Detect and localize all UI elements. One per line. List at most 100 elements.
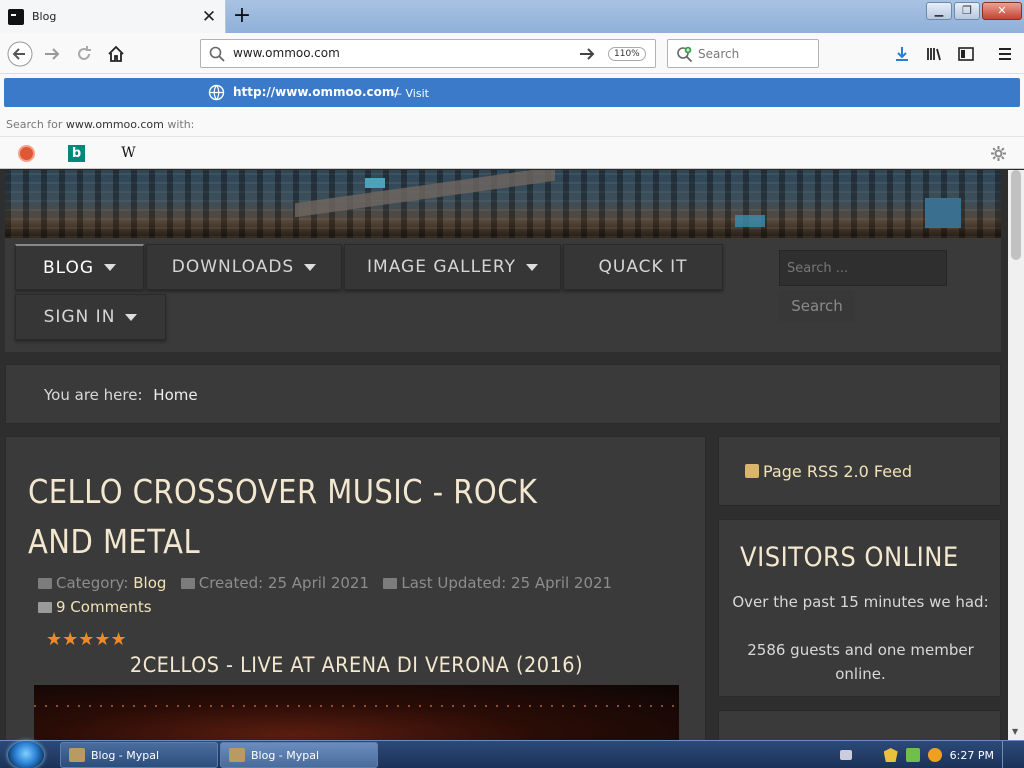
taskbar-item[interactable]: Blog - Mypal <box>60 742 218 768</box>
menu-item-blog[interactable]: BLOG <box>15 244 144 290</box>
menu-item-image-gallery[interactable]: IMAGE GALLERY <box>344 244 561 290</box>
forward-button[interactable] <box>38 40 66 68</box>
sidebar-button[interactable] <box>952 40 980 68</box>
site-banner-image <box>5 170 1001 238</box>
sidebar-box <box>718 710 1001 740</box>
category-link[interactable]: Blog <box>133 574 166 592</box>
wikipedia-icon[interactable]: W <box>120 145 137 162</box>
site-search-button[interactable]: Search <box>779 290 855 322</box>
chevron-down-icon <box>104 264 117 271</box>
visit-label: — Visit <box>391 87 429 100</box>
shield-icon[interactable] <box>883 748 898 762</box>
article-title[interactable]: CELLO CROSSOVER MUSIC - ROCK AND METAL <box>28 467 591 567</box>
tab-strip: Blog ✕ + ▁ ❐ ✕ <box>0 0 1024 33</box>
tab-close-button[interactable]: ✕ <box>199 7 219 27</box>
url-autocomplete-popup: http://www.ommoo.com/ — Visit Search for… <box>0 74 1024 169</box>
breadcrumb-home-link[interactable]: Home <box>153 386 197 404</box>
window-close-button[interactable]: ✕ <box>982 2 1022 20</box>
home-icon <box>108 45 124 62</box>
clock[interactable]: 6:27 PM <box>950 749 994 762</box>
menu-item-quack-it[interactable]: QUACK IT <box>563 244 723 290</box>
folder-icon <box>38 578 52 589</box>
article: CELLO CROSSOVER MUSIC - ROCK AND METAL C… <box>5 436 706 740</box>
downloads-button[interactable] <box>888 40 916 68</box>
url-text[interactable]: www.ommoo.com <box>233 46 340 60</box>
window-controls: ▁ ❐ ✕ <box>926 2 1022 20</box>
network-icon[interactable] <box>905 748 920 762</box>
home-button[interactable] <box>102 40 130 68</box>
scrollbar-thumb[interactable] <box>1011 170 1021 260</box>
breadcrumb: You are here: Home <box>5 364 1001 424</box>
navigation-toolbar: www.ommoo.com 110% Search <box>0 33 1024 74</box>
zoom-indicator[interactable]: 110% <box>608 47 646 61</box>
back-arrow-icon <box>7 41 33 67</box>
maximize-button[interactable]: ❐ <box>954 2 980 20</box>
hamburger-menu-icon <box>999 48 1011 60</box>
menu-item-sign-in[interactable]: SIGN IN <box>15 294 166 340</box>
comment-icon <box>38 602 52 613</box>
updated-date: Last Updated: 25 April 2021 <box>401 574 613 592</box>
taskbar: Blog - Mypal Blog - Mypal 6:27 PM <box>0 740 1024 768</box>
breadcrumb-prefix: You are here: <box>44 386 143 404</box>
sidebar-icon <box>958 47 974 61</box>
menu-button[interactable] <box>991 40 1019 68</box>
visit-suggestion[interactable]: http://www.ommoo.com/ — Visit <box>4 78 1020 107</box>
one-off-search-engines: b W <box>0 136 1024 168</box>
chevron-down-icon <box>125 313 138 321</box>
search-for-hint: Search for www.ommoo.com with: <box>6 118 195 131</box>
video-player[interactable] <box>34 685 679 740</box>
calendar-icon <box>383 578 398 589</box>
visitors-title: VISITORS ONLINE <box>740 542 959 573</box>
category-label: Category: <box>56 574 129 592</box>
search-tray-icon[interactable] <box>927 748 942 762</box>
visit-url: http://www.ommoo.com/ <box>233 85 399 99</box>
video-title: 2CELLOS - LIVE AT ARENA DI VERONA (2016) <box>129 653 584 677</box>
reload-button[interactable] <box>70 40 98 68</box>
rss-feed-link[interactable]: Page RSS 2.0 Feed <box>745 462 912 481</box>
go-arrow-icon[interactable] <box>577 44 597 64</box>
site-favicon-icon <box>8 8 24 25</box>
search-icon <box>209 46 225 62</box>
start-button[interactable] <box>8 741 44 768</box>
browser-tab[interactable]: Blog ✕ <box>0 0 226 33</box>
minimize-button[interactable]: ▁ <box>926 2 952 20</box>
keyboard-icon[interactable] <box>839 750 852 760</box>
browser-search-bar[interactable]: Search <box>667 39 819 68</box>
library-icon <box>927 48 941 61</box>
search-engine-icon <box>677 46 693 63</box>
bing-icon[interactable]: b <box>68 145 85 162</box>
site-search-input[interactable]: Search ... <box>779 250 947 286</box>
comments-link[interactable]: 9 Comments <box>56 598 152 616</box>
calendar-icon <box>180 578 195 589</box>
menu-item-downloads[interactable]: DOWNLOADS <box>146 244 342 290</box>
article-meta: Category: Blog Created: 25 April 2021 La… <box>38 571 678 619</box>
duckduckgo-icon[interactable] <box>18 145 35 162</box>
page-scrollbar[interactable]: ▼ <box>1008 170 1024 740</box>
taskbar-item[interactable]: Blog - Mypal <box>220 742 378 768</box>
star-rating[interactable]: ★★★★★ <box>46 629 127 650</box>
library-button[interactable] <box>920 40 948 68</box>
site-navigation: BLOG DOWNLOADS IMAGE GALLERY QUACK IT SI… <box>5 238 1001 352</box>
globe-icon <box>208 84 225 101</box>
back-button[interactable] <box>6 40 34 68</box>
mypal-app-icon <box>69 748 85 762</box>
url-bar[interactable]: www.ommoo.com 110% <box>200 39 656 68</box>
tab-title: Blog <box>32 10 57 23</box>
visitors-online-box: VISITORS ONLINE Over the past 15 minutes… <box>718 519 1001 697</box>
search-settings-gear-icon[interactable] <box>990 145 1007 162</box>
chevron-down-icon <box>304 263 317 271</box>
system-tray: 6:27 PM <box>839 741 1024 768</box>
chevron-down-icon <box>525 263 538 271</box>
scroll-down-arrow-icon[interactable]: ▼ <box>1012 727 1018 736</box>
forward-arrow-icon <box>45 48 60 60</box>
new-tab-button[interactable]: + <box>230 3 254 29</box>
show-desktop-button[interactable] <box>1002 741 1012 768</box>
search-placeholder: Search <box>698 47 740 61</box>
rss-icon <box>745 464 759 478</box>
reload-icon <box>78 46 91 60</box>
download-icon <box>896 47 908 61</box>
visitors-text-1: Over the past 15 minutes we had: <box>732 593 989 611</box>
visitors-text-2: 2586 guests and one member online. <box>747 641 974 683</box>
mypal-app-icon <box>229 748 245 762</box>
web-page: BLOG DOWNLOADS IMAGE GALLERY QUACK IT SI… <box>0 170 1008 740</box>
